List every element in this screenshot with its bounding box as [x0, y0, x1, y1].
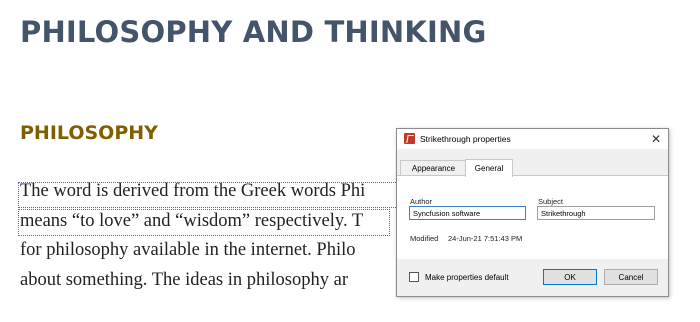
- close-button[interactable]: ✕: [648, 131, 664, 147]
- modified-label: Modified: [410, 234, 439, 243]
- cancel-button[interactable]: Cancel: [604, 269, 658, 285]
- subject-input[interactable]: [537, 206, 655, 220]
- paragraph-line: for philosophy available in the internet…: [20, 240, 356, 260]
- tab-appearance[interactable]: Appearance: [400, 160, 467, 176]
- strikethrough-properties-dialog: Strikethrough properties ✕ Appearance Ge…: [396, 128, 669, 297]
- author-input[interactable]: [409, 206, 526, 220]
- document-subheading: PHILOSOPHY: [20, 122, 158, 144]
- general-tab-panel: Author Subject Modified 24-Jun-21 7:51:4…: [397, 175, 668, 260]
- paragraph-line: about something. The ideas in philosophy…: [20, 270, 348, 290]
- tab-strip: Appearance General: [397, 149, 668, 177]
- make-default-label: Make properties default: [425, 273, 509, 282]
- pdf-app-icon: [404, 133, 415, 144]
- dialog-titlebar[interactable]: Strikethrough properties ✕: [397, 129, 668, 149]
- author-label: Author: [410, 197, 433, 206]
- dialog-title: Strikethrough properties: [420, 134, 511, 144]
- subject-label: Subject: [538, 197, 564, 206]
- paragraph-line: means “to love” and “wisdom” respectivel…: [20, 211, 364, 231]
- document-heading: PHILOSOPHY AND THINKING: [20, 15, 487, 49]
- make-default-checkbox[interactable]: [409, 272, 419, 282]
- close-icon: ✕: [650, 132, 662, 146]
- paragraph-line: The word is derived from the Greek words…: [20, 181, 366, 201]
- dialog-footer: Make properties default OK Cancel: [397, 259, 668, 296]
- modified-value: 24-Jun-21 7:51:43 PM: [448, 234, 523, 243]
- ok-button[interactable]: OK: [543, 269, 597, 285]
- tab-general[interactable]: General: [465, 159, 513, 177]
